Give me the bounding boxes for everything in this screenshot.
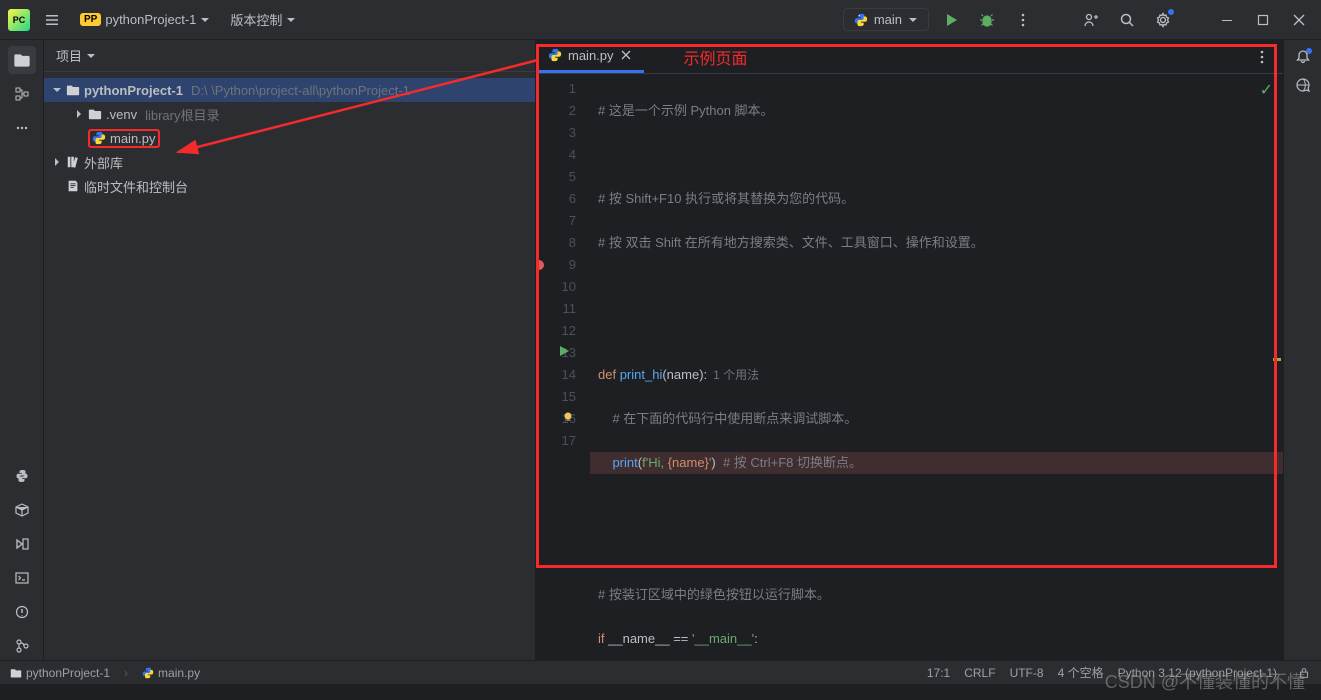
editor-tab-main[interactable]: main.py [536, 40, 644, 73]
project-selector[interactable]: PP pythonProject-1 [74, 9, 216, 30]
inspection-status[interactable]: ✓ [1260, 80, 1273, 100]
ai-assistant-button[interactable] [1292, 74, 1314, 96]
annotation-text: 示例页面 [684, 45, 748, 69]
project-badge-icon: PP [80, 13, 101, 26]
tree-root-label: pythonProject-1 [84, 83, 183, 98]
vcs-menu[interactable]: 版本控制 [224, 7, 302, 32]
services-button[interactable] [8, 530, 36, 558]
project-panel: 项目 pythonProject-1 D:\ \Python\project-a… [44, 40, 536, 660]
tree-external-libs[interactable]: 外部库 [44, 150, 535, 174]
gutter: 123 456 78 9 101112 13 1415 16 17 [536, 74, 590, 660]
right-tool-stripe [1283, 40, 1321, 660]
close-window-button[interactable] [1288, 9, 1310, 31]
terminal-button[interactable] [8, 564, 36, 592]
notifications-button[interactable] [1292, 46, 1314, 68]
app-logo-icon: PC [8, 9, 30, 31]
chevron-right-icon [74, 109, 84, 119]
breadcrumb-project[interactable]: pythonProject-1 [10, 666, 110, 680]
python-file-icon [548, 48, 562, 62]
project-tool-button[interactable] [8, 46, 36, 74]
check-icon: ✓ [1260, 82, 1273, 99]
python-packages-button[interactable] [8, 496, 36, 524]
library-icon [66, 155, 80, 169]
tree-venv-label: .venv [106, 107, 137, 122]
bulb-icon[interactable] [562, 411, 574, 423]
tree-scratches[interactable]: 临时文件和控制台 [44, 174, 535, 198]
project-name: pythonProject-1 [105, 12, 196, 27]
left-tool-stripe [0, 40, 44, 660]
more-tool-button[interactable] [8, 114, 36, 142]
warning-marker[interactable] [1273, 358, 1281, 361]
project-panel-title: 项目 [56, 46, 82, 65]
notification-dot-icon [1306, 48, 1312, 54]
tree-main-label: main.py [110, 131, 156, 146]
chevron-down-icon [52, 85, 62, 95]
breadcrumb-file[interactable]: main.py [142, 666, 200, 680]
chevron-down-icon[interactable] [86, 51, 96, 61]
chevron-right-icon [52, 157, 62, 167]
indent-setting[interactable]: 4 个空格 [1058, 664, 1104, 681]
watermark: CSDN @不懂装懂的不懂 [1105, 668, 1305, 694]
problems-button[interactable] [8, 598, 36, 626]
python-file-icon [92, 131, 106, 145]
folder-icon [88, 107, 102, 121]
file-encoding[interactable]: UTF-8 [1010, 666, 1044, 680]
tree-root[interactable]: pythonProject-1 D:\ \Python\project-all\… [44, 78, 535, 102]
cursor-position[interactable]: 17:1 [927, 666, 950, 680]
python-console-button[interactable] [8, 462, 36, 490]
editor-area: main.py 示例页面 ✓ 123 456 78 9 101112 13 14… [536, 40, 1283, 660]
minimize-button[interactable] [1216, 9, 1238, 31]
more-actions-icon[interactable] [1012, 9, 1034, 31]
scratches-label: 临时文件和控制台 [84, 177, 188, 196]
tab-name: main.py [568, 48, 614, 63]
scratches-icon [66, 179, 80, 193]
breakpoint-icon[interactable] [536, 260, 544, 270]
tab-more-icon[interactable] [1251, 46, 1273, 68]
run-button[interactable] [940, 9, 962, 31]
tree-venv-hint: library根目录 [145, 105, 219, 124]
tree-main-file[interactable]: main.py [44, 126, 535, 150]
structure-tool-button[interactable] [8, 80, 36, 108]
settings-icon[interactable] [1152, 9, 1174, 31]
maximize-button[interactable] [1252, 9, 1274, 31]
tree-venv[interactable]: .venv library根目录 [44, 102, 535, 126]
run-config-selector[interactable]: main [843, 8, 929, 31]
code-content[interactable]: # 这是一个示例 Python 脚本。 # 按 Shift+F10 执行或将其替… [590, 74, 1283, 660]
line-separator[interactable]: CRLF [964, 666, 995, 680]
debug-button[interactable] [976, 9, 998, 31]
hamburger-menu-icon[interactable] [41, 9, 63, 31]
vcs-tool-button[interactable] [8, 632, 36, 660]
vcs-label: 版本控制 [230, 10, 282, 29]
tree-root-path: D:\ \Python\project-all\pythonProject-1 [191, 83, 410, 98]
main-area: 项目 pythonProject-1 D:\ \Python\project-a… [0, 40, 1321, 660]
ext-libs-label: 外部库 [84, 153, 123, 172]
folder-icon [66, 83, 80, 97]
editor-tab-bar: main.py 示例页面 [536, 40, 1283, 74]
python-icon [854, 13, 868, 27]
code-with-me-icon[interactable] [1080, 9, 1102, 31]
project-tree: pythonProject-1 D:\ \Python\project-all\… [44, 72, 535, 204]
folder-icon [10, 667, 22, 679]
project-panel-header: 项目 [44, 40, 535, 72]
run-config-name: main [874, 12, 902, 27]
search-everywhere-icon[interactable] [1116, 9, 1138, 31]
editor-body[interactable]: ✓ 123 456 78 9 101112 13 1415 16 17 # 这是… [536, 74, 1283, 660]
python-file-icon [142, 667, 154, 679]
chevron-down-icon [286, 15, 296, 25]
run-gutter-icon[interactable] [558, 345, 570, 357]
chevron-down-icon [908, 15, 918, 25]
titlebar: PC PP pythonProject-1 版本控制 main [0, 0, 1321, 40]
chevron-down-icon [200, 15, 210, 25]
close-icon[interactable] [620, 49, 632, 61]
